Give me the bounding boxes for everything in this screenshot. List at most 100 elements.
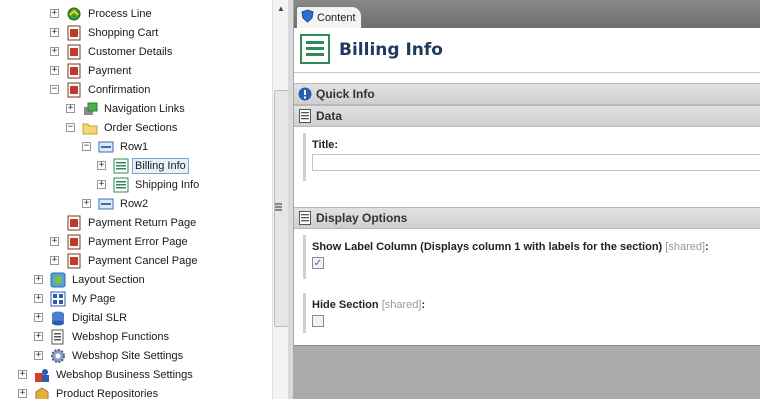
navigation-links-icon <box>82 101 98 117</box>
expand-toggle[interactable]: + <box>50 256 59 265</box>
title-field-group: Title: <box>303 133 760 181</box>
shield-icon <box>301 9 314 26</box>
layout-section-icon <box>50 272 66 288</box>
business-settings-icon <box>34 367 50 383</box>
tree-node-payment-cancel-page[interactable]: + Payment Cancel Page <box>50 251 200 270</box>
tree-node-shopping-cart[interactable]: + Shopping Cart <box>50 23 161 42</box>
expand-toggle[interactable]: + <box>50 66 59 75</box>
tree-node-order-sections[interactable]: − Order Sections <box>66 118 180 137</box>
repository-icon <box>34 386 50 399</box>
info-icon <box>298 87 312 101</box>
tree-node-process-line[interactable]: + Process Line <box>50 4 155 23</box>
navigation-tree: + Process Line + Shopping Cart + Custome… <box>0 0 272 399</box>
tree-node-confirmation[interactable]: − Confirmation <box>50 80 153 99</box>
display-options-section-header[interactable]: Display Options <box>294 207 760 229</box>
page-icon <box>66 44 82 60</box>
process-line-icon <box>66 6 82 22</box>
shared-tag: [shared] <box>381 299 422 311</box>
expand-toggle[interactable]: + <box>34 313 43 322</box>
expand-toggle[interactable]: + <box>18 389 27 398</box>
tree-node-label: Confirmation <box>88 83 151 96</box>
functions-icon <box>50 329 66 345</box>
checkmark-icon: ✓ <box>313 257 323 269</box>
title-input[interactable] <box>312 154 760 171</box>
hide-section-checkbox[interactable] <box>312 315 324 327</box>
tree-node-my-page[interactable]: + My Page <box>34 289 118 308</box>
tree-node-webshop-site-settings[interactable]: + Webshop Site Settings <box>34 346 186 365</box>
tree-node-label: Payment Return Page <box>88 216 197 229</box>
page-icon <box>66 25 82 41</box>
grid-page-icon <box>50 291 66 307</box>
show-label-column-label: Show Label Column (Displays column 1 wit… <box>312 241 709 253</box>
tree-node-payment-error-page[interactable]: + Payment Error Page <box>50 232 191 251</box>
tree-node-customer-details[interactable]: + Customer Details <box>50 42 175 61</box>
expand-toggle[interactable]: + <box>34 351 43 360</box>
expand-toggle[interactable]: + <box>50 28 59 37</box>
content-pane: Content Billing Info Quick Info Data Tit… <box>294 0 760 399</box>
tree-node-billing-info[interactable]: + Billing Info <box>97 156 189 175</box>
expand-toggle[interactable]: + <box>82 199 91 208</box>
database-icon <box>50 310 66 326</box>
tree-node-label: Navigation Links <box>104 102 185 115</box>
data-section-header[interactable]: Data <box>294 105 760 127</box>
tree-node-shipping-info[interactable]: + Shipping Info <box>97 175 202 194</box>
hide-section-field-group: Hide Section [shared]: <box>303 293 760 333</box>
tab-content[interactable]: Content <box>296 6 362 28</box>
tree-node-label: Layout Section <box>72 273 145 286</box>
page-icon <box>66 63 82 79</box>
expand-toggle[interactable]: + <box>18 370 27 379</box>
expand-toggle[interactable]: + <box>50 47 59 56</box>
quick-info-section-header[interactable]: Quick Info <box>294 83 760 105</box>
hide-section-label: Hide Section [shared]: <box>312 299 426 311</box>
tree-node-label: Product Repositories <box>56 387 159 399</box>
collapse-toggle[interactable]: − <box>50 85 59 94</box>
tree-node-label: Row1 <box>120 140 149 153</box>
tree-node-webshop-functions[interactable]: + Webshop Functions <box>34 327 172 346</box>
section-title: Data <box>316 109 343 123</box>
tree-node-label: Shopping Cart <box>88 26 159 39</box>
collapse-toggle[interactable]: − <box>66 123 75 132</box>
scroll-grip-icon: ▬ ▬ ▬ <box>275 200 282 213</box>
tree-node-digital-slr[interactable]: + Digital SLR <box>34 308 130 327</box>
expand-toggle[interactable]: + <box>50 237 59 246</box>
shared-tag: [shared] <box>665 241 706 253</box>
section-icon <box>113 177 129 193</box>
tree-node-payment-return-page[interactable]: Payment Return Page <box>66 213 199 232</box>
section-list-icon <box>298 109 312 123</box>
expand-toggle[interactable]: + <box>97 180 106 189</box>
scroll-up-arrow-icon[interactable]: ▲ <box>273 2 289 16</box>
page-title: Billing Info <box>339 40 443 60</box>
page-icon <box>66 234 82 250</box>
tree-node-payment[interactable]: + Payment <box>50 61 134 80</box>
page-icon <box>66 82 82 98</box>
tree-node-label: Billing Info <box>132 157 189 174</box>
tree-node-navigation-links[interactable]: + Navigation Links <box>66 99 188 118</box>
section-document-icon <box>300 33 330 67</box>
settings-gear-icon <box>50 348 66 364</box>
tree-node-product-repositories[interactable]: + Product Repositories <box>18 384 161 399</box>
tree-node-label: Digital SLR <box>72 311 128 324</box>
empty-panel-area <box>294 345 760 399</box>
section-list-icon <box>298 211 312 225</box>
page-icon <box>66 215 82 231</box>
collapse-toggle[interactable]: − <box>82 142 91 151</box>
expand-toggle[interactable]: + <box>34 294 43 303</box>
tree-node-layout-section[interactable]: + Layout Section <box>34 270 148 289</box>
tree-node-webshop-business-settings[interactable]: + Webshop Business Settings <box>18 365 196 384</box>
tab-label: Content <box>317 11 356 24</box>
expand-toggle[interactable]: + <box>50 9 59 18</box>
tree-node-row2[interactable]: + Row2 <box>82 194 151 213</box>
tree-node-label: Payment Cancel Page <box>88 254 198 267</box>
tree-node-label: Webshop Business Settings <box>56 368 193 381</box>
expand-toggle[interactable]: + <box>66 104 75 113</box>
section-icon <box>113 158 129 174</box>
expand-toggle[interactable]: + <box>34 332 43 341</box>
tab-strip: Content <box>294 0 760 28</box>
expand-toggle[interactable]: + <box>97 161 106 170</box>
title-label: Title: <box>312 139 339 151</box>
tree-node-row1[interactable]: − Row1 <box>82 137 151 156</box>
tree-node-label: Process Line <box>88 7 152 20</box>
show-label-column-checkbox[interactable]: ✓ <box>312 257 324 269</box>
show-label-column-field-group: Show Label Column (Displays column 1 wit… <box>303 235 760 279</box>
expand-toggle[interactable]: + <box>34 275 43 284</box>
